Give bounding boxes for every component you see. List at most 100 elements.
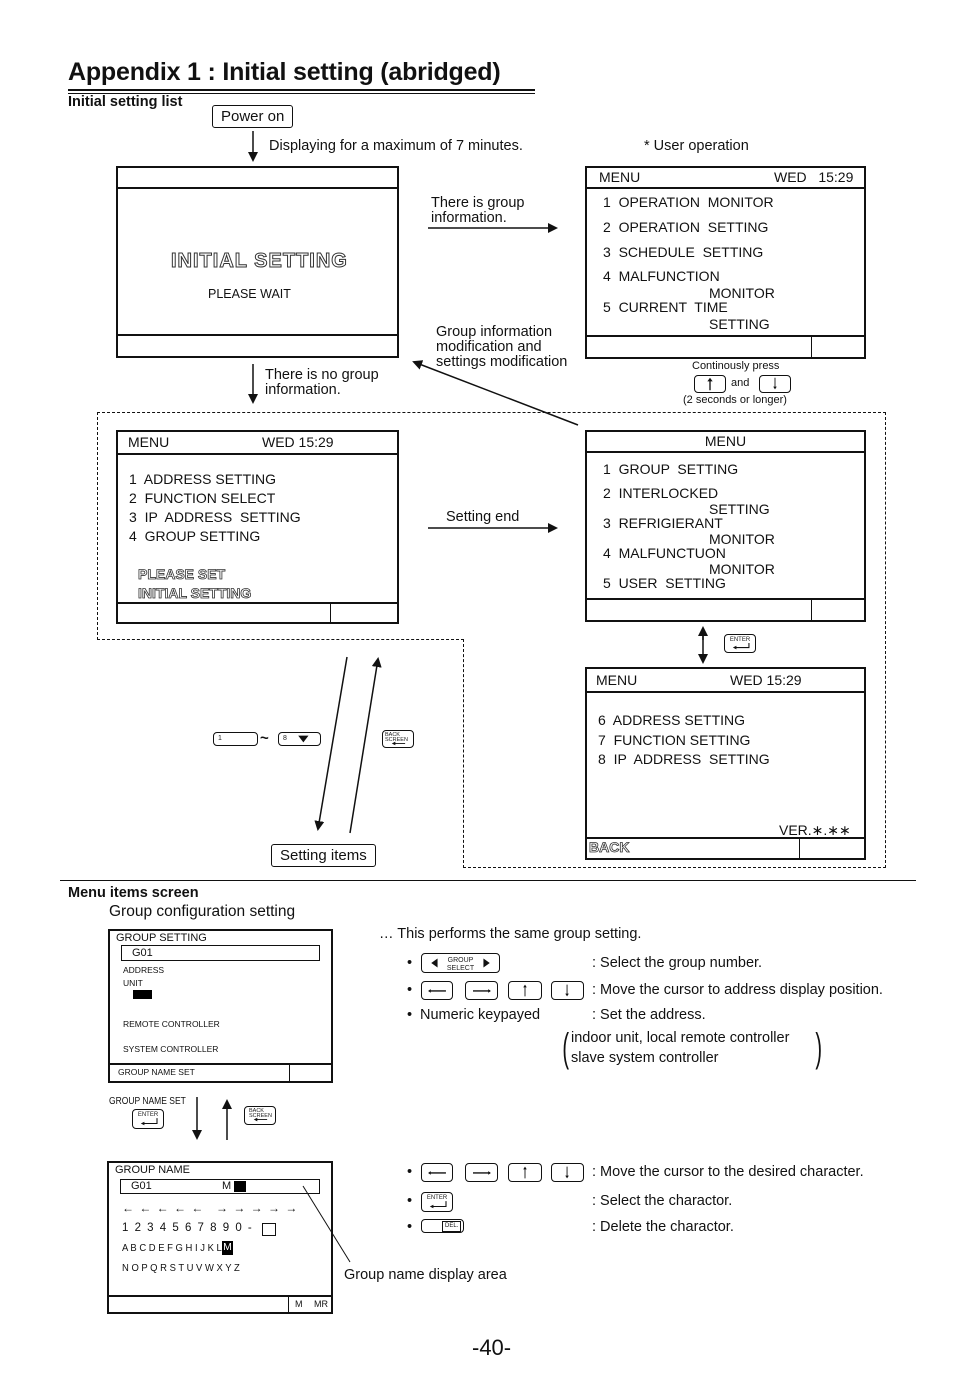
menu-item[interactable]: 4 MALFUNCTION xyxy=(603,269,720,284)
remote-controller-label: REMOTE CONTROLLER xyxy=(123,1019,220,1029)
up-arrow-key xyxy=(508,981,542,1000)
left-arrow-key xyxy=(421,981,453,1000)
arrow-from-setting-items xyxy=(349,657,382,834)
bullet: • xyxy=(407,1164,413,1180)
numeric-keypad-label: Numeric keypayed xyxy=(420,1007,541,1023)
instruction-desc: : Select the group number. xyxy=(592,955,763,971)
menu-header-left: MENU xyxy=(599,169,641,185)
menu-header-left: MENU xyxy=(128,434,170,450)
group-name-screen: GROUP NAME G01 M ← ← ← ← ← → → → → → 1 2… xyxy=(107,1161,333,1314)
up-arrow-key xyxy=(508,1163,542,1182)
service-menu-2-screen: MENU WED 15:29 6 ADDRESS SETTING 7 FUNCT… xyxy=(585,667,866,860)
footer-divider xyxy=(799,839,800,858)
down-arrow-key xyxy=(551,1163,584,1182)
menu-item[interactable]: 1 OPERATION MONITOR xyxy=(603,195,774,210)
screen-header-bar xyxy=(118,168,397,189)
menu-items-heading: Menu items screen xyxy=(68,885,199,901)
menu-item[interactable]: 2 FUNCTION SELECT xyxy=(129,491,275,506)
menu-item[interactable]: 1 GROUP SETTING xyxy=(603,462,738,477)
arrow-modification xyxy=(412,360,579,426)
group-name-display-area[interactable]: G01 M xyxy=(120,1179,320,1194)
group-number-field[interactable]: G01 xyxy=(121,945,320,961)
bullet: • xyxy=(407,1193,413,1209)
menu-item[interactable]: 3 SCHEDULE SETTING xyxy=(603,245,763,260)
menu-item[interactable]: 3 REFRIGIERANT xyxy=(603,516,723,531)
installer-menu-screen: MENU WED 15:29 1 ADDRESS SETTING 2 FUNCT… xyxy=(116,430,399,624)
group-select-key: GROUP SELECT xyxy=(421,953,500,973)
group-key-label: GROUP xyxy=(447,957,474,964)
menu-item[interactable]: 2 OPERATION SETTING xyxy=(603,220,768,235)
user-operation-note: * User operation xyxy=(644,138,749,154)
memory-recall-label[interactable]: MR xyxy=(314,1299,328,1309)
duration-label: (2 seconds or longer) xyxy=(683,394,787,406)
left-arrow-key xyxy=(421,1163,453,1182)
del-key-label: DEL. xyxy=(442,1221,462,1232)
menu-item[interactable]: 5 CURRENT TIME xyxy=(603,300,728,315)
initial-setting-notice: INITIAL SETTING xyxy=(138,585,252,602)
unit-label: UNIT xyxy=(123,978,143,988)
menu-item[interactable]: 4 GROUP SETTING xyxy=(129,529,260,544)
select-key-label: SELECT xyxy=(446,965,475,972)
name-cursor xyxy=(234,1181,246,1192)
dashed-region-right xyxy=(885,412,886,868)
menu-item[interactable]: 7 FUNCTION SETTING xyxy=(598,733,750,748)
char-space-box[interactable] xyxy=(262,1223,276,1236)
memory-key-label[interactable]: M xyxy=(295,1299,303,1309)
menu-item[interactable]: 4 MALFUNCTUON xyxy=(603,546,726,561)
version-text: VER.∗.∗∗ xyxy=(779,822,851,838)
char-row-letters-2[interactable]: N O P Q R S T U V W X Y Z xyxy=(122,1262,240,1274)
delete-key: DEL. xyxy=(421,1219,464,1233)
dashed-region-top xyxy=(97,412,886,413)
arrow-to-setting-items xyxy=(314,656,348,831)
display-duration-note: Displaying for a maximum of 7 minutes. xyxy=(269,138,523,154)
back-screen-key: BACK SCREEN xyxy=(244,1106,276,1125)
section-divider xyxy=(60,880,916,881)
group-config-subheading: Group configuration setting xyxy=(109,903,296,920)
screen-footer-bar xyxy=(118,602,397,622)
group-info-no-label: There is no group information. xyxy=(265,367,379,398)
screen-footer-bar xyxy=(587,598,864,620)
initial-setting-screen: INITIAL SETTING PLEASE WAIT xyxy=(116,166,399,358)
down-arrow-key xyxy=(551,981,584,1000)
initial-setting-title: INITIAL SETTING xyxy=(171,250,348,273)
menu-header-datetime: WED 15:29 xyxy=(730,672,802,688)
menu-item[interactable]: 2 INTERLOCKED xyxy=(603,486,718,501)
continuous-press-label: Continously press xyxy=(692,360,780,372)
menu-item[interactable]: 8 IP ADDRESS SETTING xyxy=(598,752,770,767)
please-wait-text: PLEASE WAIT xyxy=(208,287,291,301)
setting-end-label: Setting end xyxy=(446,509,520,525)
group-info-yes-label: There is group information. xyxy=(431,195,525,226)
group-name-set-footer[interactable]: GROUP NAME SET xyxy=(118,1067,195,1077)
screen-footer-bar: GROUP NAME SET xyxy=(110,1063,331,1081)
menu-item[interactable]: 5 USER SETTING xyxy=(603,576,726,591)
modification-note: Group information modification and setti… xyxy=(436,324,568,370)
menu-item[interactable]: 1 ADDRESS SETTING xyxy=(129,472,276,487)
address-targets-line2: slave system controller xyxy=(571,1050,719,1066)
footer-divider xyxy=(288,1297,289,1312)
cursor-left-arrows: ← ← ← ← ← xyxy=(122,1201,205,1215)
footer-divider xyxy=(811,337,812,357)
selected-char[interactable]: M xyxy=(222,1241,233,1255)
power-on-box: Power on xyxy=(212,105,294,128)
instruction-desc: : Delete the charactor. xyxy=(592,1219,734,1235)
menu-item[interactable]: 6 ADDRESS SETTING xyxy=(598,713,745,728)
group-setting-title: GROUP SETTING xyxy=(116,932,207,944)
instruction-desc: : Set the address. xyxy=(592,1007,706,1023)
back-label[interactable]: BACK xyxy=(589,838,630,857)
footer-divider xyxy=(811,600,812,620)
dashed-region-mid xyxy=(97,639,464,640)
char-row-digits[interactable]: 1 2 3 4 5 6 7 8 9 0 - xyxy=(122,1222,253,1234)
menu-item[interactable]: 3 IP ADDRESS SETTING xyxy=(129,510,301,525)
user-menu-screen: MENU WED 15:29 1 OPERATION MONITOR 2 OPE… xyxy=(585,166,866,359)
menu-header-datetime: WED 15:29 xyxy=(262,434,334,450)
up-key xyxy=(694,375,726,393)
char-row-letters-1[interactable]: A B C D E F G H I J K L xyxy=(122,1242,222,1254)
and-label: and xyxy=(731,377,750,389)
section-heading: Initial setting list xyxy=(68,94,183,110)
unit-cursor[interactable] xyxy=(133,990,152,999)
footer-divider xyxy=(330,604,331,622)
dashed-region-left xyxy=(97,412,98,640)
menu-header-left: MENU xyxy=(596,672,638,688)
title-underline xyxy=(68,89,535,91)
bullet: • xyxy=(407,982,413,998)
